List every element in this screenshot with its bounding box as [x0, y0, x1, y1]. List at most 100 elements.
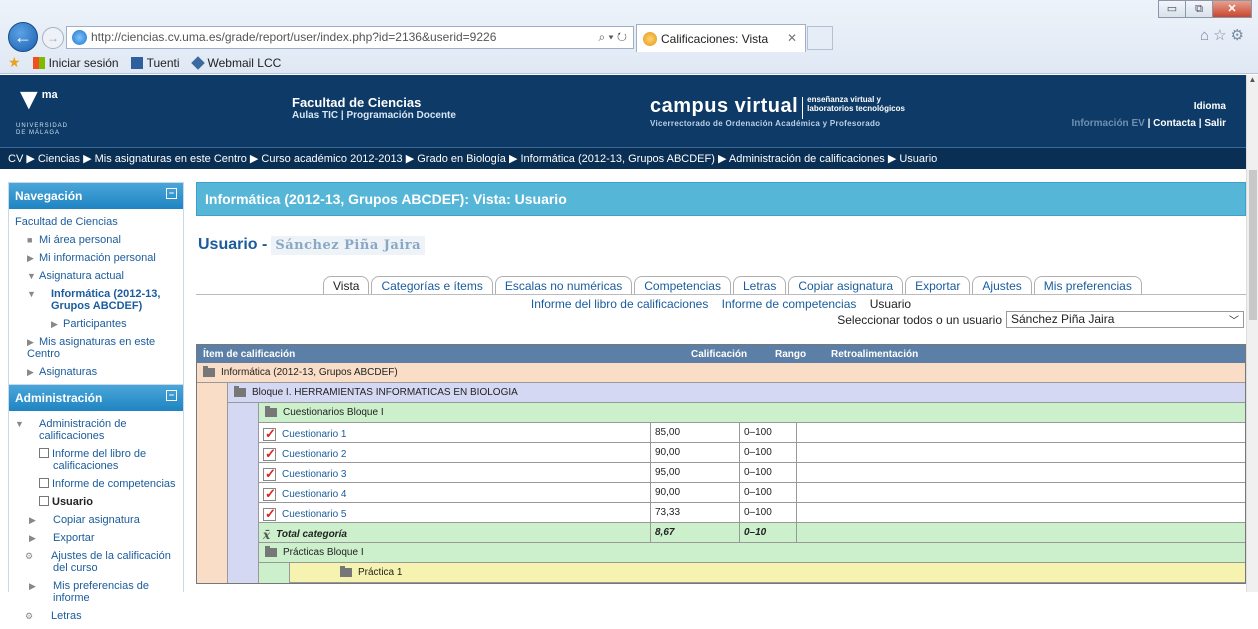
- admin-informe-libro[interactable]: Informe del libro de calificaciones: [15, 445, 179, 475]
- nav-mis-asignaturas[interactable]: ▶ Mis asignaturas en este Centro: [15, 333, 179, 363]
- course-category-row: Informática (2012-13, Grupos ABCDEF): [197, 363, 1245, 383]
- sigma-icon: x̄: [263, 527, 271, 542]
- home-star-gear-icons[interactable]: ⌂☆⚙: [1200, 26, 1248, 44]
- browser-tab[interactable]: Calificaciones: Vista ✕: [636, 24, 806, 52]
- grades-table-header: Ítem de calificación Calificación Rango …: [197, 345, 1245, 363]
- address-url: http://ciencias.cv.uma.es/grade/report/u…: [91, 30, 497, 44]
- navigation-header: Navegación −: [9, 183, 183, 209]
- faculty-title: Facultad de Ciencias Aulas TIC | Program…: [292, 95, 456, 121]
- user-select[interactable]: Sánchez Piña Jaira ﹀: [1006, 311, 1244, 328]
- user-selector: Seleccionar todos o un usuario Sánchez P…: [837, 311, 1244, 328]
- tab-ajustes[interactable]: Ajustes: [972, 276, 1032, 294]
- nav-home[interactable]: Facultad de Ciencias: [15, 213, 179, 231]
- nav-participantes[interactable]: ▶ Participantes: [15, 315, 179, 333]
- page-scrollbar[interactable]: ▲: [1246, 75, 1258, 592]
- windows-icon: [32, 57, 45, 69]
- grade-item-link[interactable]: Cuestionario 5: [282, 509, 346, 520]
- close-icon[interactable]: ✕: [1212, 0, 1252, 18]
- quiz-icon: [263, 446, 276, 462]
- maximize-icon[interactable]: ⧉: [1185, 0, 1213, 18]
- grade-row: Cuestionario 4 90,00 0–100: [259, 483, 1245, 503]
- grade-item-link[interactable]: Cuestionario 1: [282, 429, 346, 440]
- admin-usuario[interactable]: Usuario: [15, 493, 179, 511]
- chevron-down-icon: ﹀: [1229, 316, 1239, 327]
- forward-arrow-icon[interactable]: →: [42, 27, 64, 49]
- salir-link[interactable]: Salir: [1204, 118, 1226, 129]
- info-ev-link[interactable]: Información EV: [1071, 118, 1144, 129]
- tab-letras[interactable]: Letras: [732, 276, 787, 294]
- admin-calificaciones[interactable]: ▼ Administración de calificaciones: [15, 415, 179, 445]
- nav-asignaturas[interactable]: ▶ Asignaturas: [15, 363, 179, 381]
- site-header: ▼ma UNIVERSIDAD DE MÁLAGA Facultad de Cie…: [0, 75, 1246, 147]
- expand-arrow-icon: ▶: [27, 337, 34, 347]
- grade-row: Cuestionario 3 95,00 0–100: [259, 463, 1245, 483]
- navigation-block: Navegación − Facultad de Ciencias ■ Mi ár…: [8, 182, 184, 386]
- expand-arrow-icon: ▶: [29, 581, 36, 591]
- quiz-icon: [263, 426, 276, 442]
- idioma-link[interactable]: Idioma: [1071, 101, 1226, 112]
- admin-preferencias[interactable]: ▶ Mis preferencias de informe: [15, 577, 179, 607]
- vicerrectorado-text: Vicerrectorado de Ordenación Académica y…: [650, 119, 881, 128]
- window-controls: ▭ ⧉ ✕: [1158, 0, 1252, 18]
- expand-arrow-icon: ▶: [27, 253, 34, 263]
- tuenti-icon: [130, 57, 143, 69]
- grade-item-link[interactable]: Cuestionario 4: [282, 489, 346, 500]
- expand-arrow-icon: ▶: [27, 367, 34, 377]
- fav-iniciar-sesion[interactable]: Iniciar sesión: [32, 56, 119, 70]
- contacta-link[interactable]: Contacta: [1153, 118, 1196, 129]
- favorites-bar: ★ Iniciar sesión Tuenti Webmail LCC: [0, 52, 1258, 74]
- tab-preferencias[interactable]: Mis preferencias: [1033, 276, 1142, 294]
- tab-copiar[interactable]: Copiar asignatura: [788, 276, 904, 294]
- scrollbar-thumb[interactable]: [1249, 170, 1257, 320]
- admin-exportar[interactable]: ▶ Exportar: [15, 529, 179, 547]
- search-refresh-icon[interactable]: ⌕ ▾ ↻: [598, 30, 627, 45]
- tab-escalas[interactable]: Escalas no numéricas: [494, 276, 633, 294]
- favorites-star-icon[interactable]: ★: [8, 55, 21, 70]
- collapse-icon[interactable]: −: [166, 188, 177, 199]
- grade-row: Cuestionario 5 73,33 0–100: [259, 503, 1245, 523]
- fav-webmail[interactable]: Webmail LCC: [190, 56, 281, 70]
- folder-icon: [203, 366, 215, 377]
- nav-asignatura-actual[interactable]: ▼ Asignatura actual: [15, 267, 179, 285]
- grade-item-link[interactable]: Cuestionario 3: [282, 469, 346, 480]
- subtab-informe-libro[interactable]: Informe del libro de calificaciones: [531, 297, 708, 311]
- scroll-up-icon[interactable]: ▲: [1247, 75, 1258, 84]
- uma-logo[interactable]: ▼ma: [14, 83, 58, 117]
- quiz-icon: [263, 506, 276, 522]
- bullet-icon: ■: [27, 235, 33, 245]
- tab-exportar[interactable]: Exportar: [905, 276, 971, 294]
- tab-vista[interactable]: Vista: [323, 276, 370, 294]
- tab-close-icon[interactable]: ✕: [787, 31, 797, 45]
- table-icon: [39, 478, 49, 488]
- grade-item-link[interactable]: Cuestionario 2: [282, 449, 346, 460]
- admin-copiar[interactable]: ▶ Copiar asignatura: [15, 511, 179, 529]
- subtab-usuario: Usuario: [869, 297, 912, 311]
- page-title: Informática (2012-13, Grupos ABCDEF): Vi…: [196, 182, 1246, 216]
- tab-competencias[interactable]: Competencias: [634, 276, 731, 294]
- minimize-icon[interactable]: ▭: [1158, 0, 1186, 18]
- tab-favicon-icon: [643, 32, 657, 46]
- new-tab-button[interactable]: [807, 26, 833, 50]
- uma-logo-text: UNIVERSIDAD DE MÁLAGA: [16, 123, 69, 136]
- main-content: Informática (2012-13, Grupos ABCDEF): Vi…: [196, 182, 1246, 584]
- report-tabs: Vista Categorías e ítems Escalas no numé…: [323, 276, 1144, 294]
- collapse-icon[interactable]: −: [166, 390, 177, 401]
- nav-mi-area[interactable]: ■ Mi área personal: [15, 231, 179, 249]
- nav-course[interactable]: ▼ Informática (2012-13, Grupos ABCDEF): [15, 285, 179, 315]
- back-arrow-icon[interactable]: ←: [8, 22, 38, 52]
- admin-letras[interactable]: ⚙ Letras: [15, 607, 179, 625]
- expand-arrow-icon: ▶: [29, 515, 36, 525]
- admin-ajustes[interactable]: ⚙ Ajustes de la calificación del curso: [15, 547, 179, 577]
- admin-informe-competencias[interactable]: Informe de competencias: [15, 475, 179, 493]
- collapse-arrow-icon: ▼: [27, 289, 36, 299]
- folder-icon: [340, 566, 352, 577]
- webmail-icon: [190, 56, 205, 70]
- subtab-competencias[interactable]: Informe de competencias: [722, 297, 857, 311]
- address-bar[interactable]: http://ciencias.cv.uma.es/grade/report/u…: [66, 26, 634, 49]
- nav-mi-info[interactable]: ▶ Mi información personal: [15, 249, 179, 267]
- fav-tuenti[interactable]: Tuenti: [130, 56, 180, 70]
- tab-categorias[interactable]: Categorías e ítems: [371, 276, 493, 294]
- category-total-row: x̄ Total categoría 8,67 0–10: [259, 523, 1245, 543]
- breadcrumb[interactable]: CV ▶ Ciencias ▶ Mis asignaturas en este …: [0, 147, 1246, 169]
- cuestionarios-category-row: Cuestionarios Bloque I: [259, 403, 1245, 423]
